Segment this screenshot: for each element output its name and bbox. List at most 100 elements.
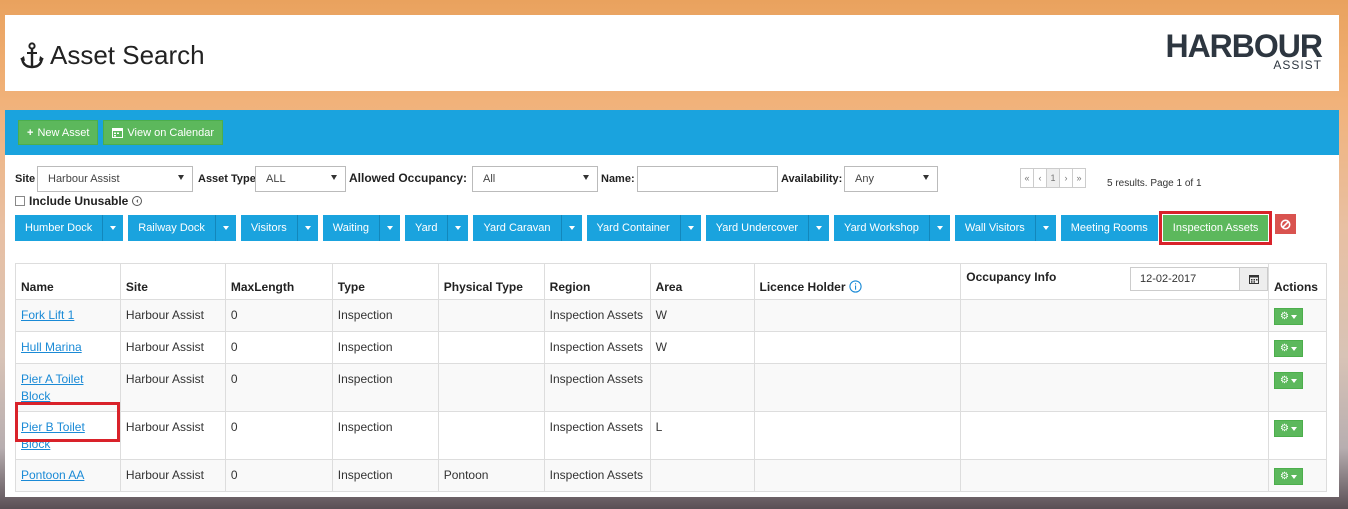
tab-yard-caravan[interactable]: Yard Caravan bbox=[473, 215, 582, 241]
occupancy-label: Allowed Occupancy: bbox=[349, 171, 468, 185]
col-physical-type-header[interactable]: Physical Type bbox=[437, 263, 545, 300]
row-actions-button[interactable]: ⚙ bbox=[1273, 420, 1303, 437]
tab-yard-undercover[interactable]: Yard Undercover bbox=[705, 215, 830, 241]
calendar-icon[interactable] bbox=[1239, 268, 1267, 290]
pager-prev-button[interactable]: ‹ bbox=[1033, 168, 1047, 188]
asset-link[interactable]: Pier B Toilet Block bbox=[21, 420, 85, 451]
tab-yard[interactable]: Yard bbox=[405, 215, 469, 241]
site-select[interactable]: Harbour Assist bbox=[37, 166, 193, 192]
chevron-down-icon[interactable] bbox=[560, 215, 582, 241]
occupancy-info-label: Occupancy Info bbox=[966, 270, 1057, 284]
pager-page-button[interactable]: 1 bbox=[1046, 168, 1060, 188]
cell-site: Harbour Assist bbox=[119, 411, 226, 460]
cell-occupancy-info bbox=[960, 411, 1269, 460]
cell-area: W bbox=[649, 331, 755, 364]
cell-maxlength: 0 bbox=[224, 363, 333, 412]
include-unusable-checkbox[interactable] bbox=[15, 196, 25, 206]
chevron-down-icon[interactable] bbox=[928, 215, 950, 241]
tab-wall-visitors[interactable]: Wall Visitors bbox=[954, 215, 1056, 241]
pager-next-button[interactable]: › bbox=[1059, 168, 1073, 188]
asset-type-select[interactable]: ALL bbox=[255, 166, 346, 192]
cell-region: Inspection Assets bbox=[543, 299, 651, 332]
tab-humber-dock[interactable]: Humber Dock bbox=[15, 215, 124, 241]
occupancy-select[interactable]: All bbox=[472, 166, 598, 192]
chevron-down-icon[interactable] bbox=[214, 215, 236, 241]
tab-visitors[interactable]: Visitors bbox=[240, 215, 318, 241]
chevron-down-icon[interactable] bbox=[808, 215, 829, 241]
tab-label: Humber Dock bbox=[25, 222, 93, 234]
col-site-header[interactable]: Site bbox=[119, 263, 226, 300]
col-maxlength-header[interactable]: MaxLength bbox=[224, 263, 333, 300]
cell-physical-type: Pontoon bbox=[437, 459, 545, 492]
tab-label: Railway Dock bbox=[138, 222, 205, 234]
name-label: Name: bbox=[601, 173, 635, 185]
cell-licence-holder bbox=[753, 363, 962, 412]
ban-icon bbox=[1280, 219, 1291, 229]
asset-table: Name Site MaxLength Type Physical Type R… bbox=[15, 263, 1328, 492]
include-unusable-label: Include Unusable bbox=[29, 194, 129, 208]
view-calendar-label: View on Calendar bbox=[127, 126, 215, 139]
cell-type: Inspection bbox=[331, 363, 439, 412]
gear-icon: ⚙ bbox=[1279, 423, 1289, 434]
cell-region: Inspection Assets bbox=[543, 411, 651, 460]
table-row: Pier A Toilet Block Harbour Assist 0 Ins… bbox=[15, 363, 1328, 412]
gear-icon: ⚙ bbox=[1279, 343, 1289, 354]
asset-link[interactable]: Pontoon AA bbox=[21, 468, 84, 482]
chevron-down-icon[interactable] bbox=[102, 215, 123, 241]
clear-filter-button[interactable] bbox=[1275, 214, 1297, 234]
tab-yard-workshop[interactable]: Yard Workshop bbox=[834, 215, 950, 241]
tab-label: Yard bbox=[415, 222, 438, 234]
caret-down-icon bbox=[1290, 474, 1297, 479]
tab-label: Wall Visitors bbox=[964, 222, 1025, 234]
asset-link[interactable]: Hull Marina bbox=[21, 340, 82, 354]
tab-inspection-assets[interactable]: Inspection Assets bbox=[1158, 211, 1273, 245]
cell-licence-holder bbox=[753, 411, 962, 460]
row-actions-button[interactable]: ⚙ bbox=[1273, 308, 1303, 325]
cell-maxlength: 0 bbox=[224, 411, 333, 460]
availability-label: Availability: bbox=[781, 173, 843, 185]
cell-area: L bbox=[649, 411, 755, 460]
cell-area bbox=[649, 459, 755, 492]
cell-site: Harbour Assist bbox=[119, 299, 226, 332]
col-type-header[interactable]: Type bbox=[331, 263, 439, 300]
row-actions-button[interactable]: ⚙ bbox=[1273, 468, 1303, 485]
cell-site: Harbour Assist bbox=[119, 459, 226, 492]
include-unusable: Include Unusable ‹ bbox=[15, 194, 143, 208]
col-area-header[interactable]: Area bbox=[649, 263, 755, 300]
chevron-down-icon[interactable] bbox=[447, 215, 468, 241]
chevron-down-icon[interactable] bbox=[296, 215, 318, 241]
chevron-down-icon bbox=[178, 175, 184, 180]
chevron-left-icon[interactable]: ‹ bbox=[132, 196, 143, 206]
cell-area bbox=[649, 363, 755, 412]
asset-link[interactable]: Fork Lift 1 bbox=[21, 308, 74, 322]
cell-region: Inspection Assets bbox=[543, 363, 651, 412]
col-name-header[interactable]: Name bbox=[15, 263, 121, 300]
asset-link[interactable]: Pier A Toilet Block bbox=[21, 372, 83, 403]
tab-waiting[interactable]: Waiting bbox=[322, 215, 401, 241]
new-asset-button[interactable]: + New Asset bbox=[18, 120, 99, 145]
col-licence-holder-header[interactable]: Licence Holder bbox=[753, 263, 962, 300]
pager-last-button[interactable]: » bbox=[1072, 168, 1086, 188]
tab-meeting-rooms[interactable]: Meeting Rooms bbox=[1060, 215, 1158, 241]
cell-site: Harbour Assist bbox=[119, 331, 226, 364]
site-label: Site bbox=[15, 173, 36, 185]
occupancy-date-input[interactable]: 12-02-2017 bbox=[1131, 268, 1239, 290]
chevron-down-icon bbox=[583, 175, 589, 180]
info-icon[interactable] bbox=[849, 280, 862, 293]
pager-first-button[interactable]: « bbox=[1020, 168, 1034, 188]
row-actions-button[interactable]: ⚙ bbox=[1273, 372, 1303, 389]
occupancy-date-picker[interactable]: 12-02-2017 bbox=[1130, 267, 1268, 291]
tab-railway-dock[interactable]: Railway Dock bbox=[128, 215, 236, 241]
chevron-down-icon[interactable] bbox=[1034, 215, 1056, 241]
col-region-header[interactable]: Region bbox=[543, 263, 651, 300]
cell-region: Inspection Assets bbox=[543, 331, 651, 364]
name-input[interactable] bbox=[637, 166, 778, 192]
view-calendar-button[interactable]: View on Calendar bbox=[103, 120, 224, 145]
row-actions-button[interactable]: ⚙ bbox=[1273, 340, 1303, 357]
chevron-down-icon[interactable] bbox=[379, 215, 400, 241]
chevron-down-icon[interactable] bbox=[679, 215, 701, 241]
cell-site: Harbour Assist bbox=[119, 363, 226, 412]
availability-select[interactable]: Any bbox=[844, 166, 938, 192]
gear-icon: ⚙ bbox=[1279, 375, 1289, 386]
tab-yard-container[interactable]: Yard Container bbox=[586, 215, 701, 241]
